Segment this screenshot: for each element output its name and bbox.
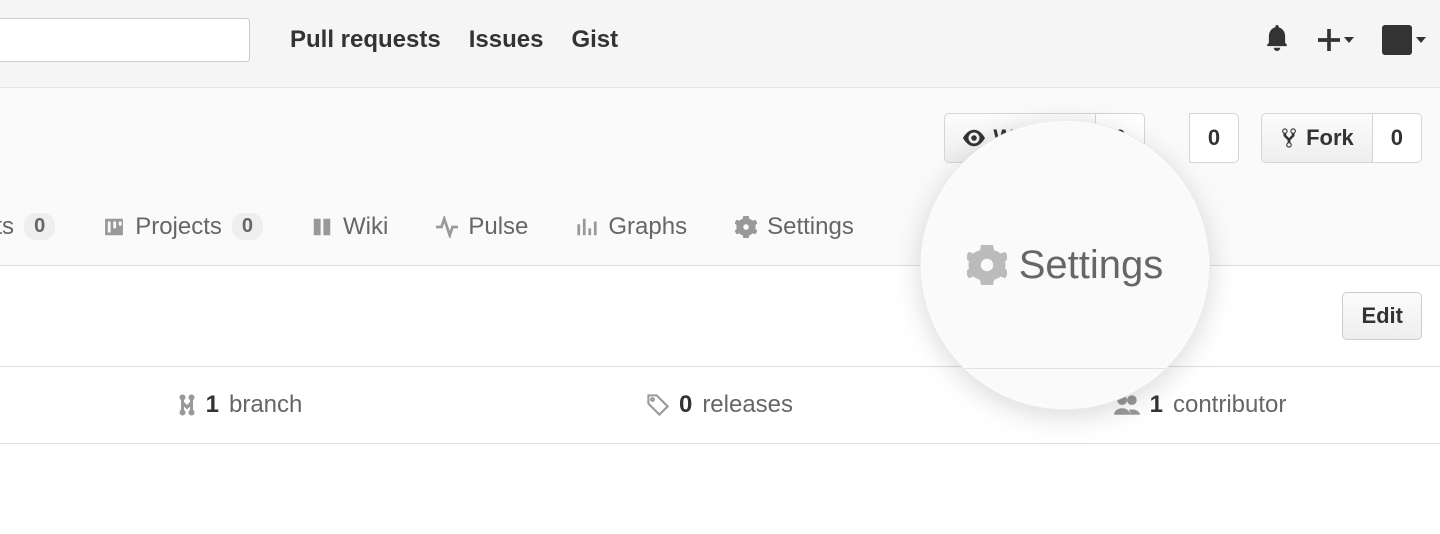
global-nav: Pull requests Issues Gist <box>290 18 618 62</box>
edit-button[interactable]: Edit <box>1342 292 1422 340</box>
user-menu[interactable] <box>1382 25 1426 55</box>
tab-settings[interactable]: Settings <box>735 213 854 241</box>
header-right <box>1264 18 1440 62</box>
magnifier-overlay: Settings <box>920 120 1210 410</box>
search-input[interactable] <box>0 18 250 62</box>
description-row: Edit <box>0 266 1440 366</box>
notifications-icon[interactable] <box>1264 25 1290 56</box>
contributor-label: contributor <box>1173 391 1286 419</box>
repo-actions: Watch 0 0 Fork 0 <box>0 88 1440 188</box>
tab-wiki-label: Wiki <box>343 213 388 241</box>
graph-icon <box>576 216 598 238</box>
avatar <box>1382 25 1412 55</box>
chevron-down-icon <box>1344 37 1354 43</box>
book-icon <box>311 216 333 238</box>
create-new-menu[interactable] <box>1318 29 1354 51</box>
tab-pull-requests-label: equests <box>0 213 14 241</box>
pulse-icon <box>436 216 458 238</box>
magnifier-label: Settings <box>1019 243 1164 288</box>
gear-icon <box>735 216 757 238</box>
tab-pulse-label: Pulse <box>468 213 528 241</box>
summary-releases[interactable]: 0 releases <box>480 391 960 419</box>
fork-count[interactable]: 0 <box>1373 113 1422 163</box>
contributor-count: 1 <box>1150 391 1163 419</box>
fork-button[interactable]: Fork <box>1261 113 1373 163</box>
fork-icon <box>1280 127 1298 149</box>
tab-projects-label: Projects <box>135 213 222 241</box>
release-label: releases <box>702 391 793 419</box>
project-icon <box>103 216 125 238</box>
branch-icon <box>178 393 196 417</box>
branch-label: branch <box>229 391 302 419</box>
tab-settings-label: Settings <box>767 213 854 241</box>
tab-pulse[interactable]: Pulse <box>436 213 528 241</box>
tag-icon <box>647 394 669 416</box>
nav-gist[interactable]: Gist <box>571 26 618 54</box>
tab-pull-requests[interactable]: equests 0 <box>0 213 55 241</box>
summary-branches[interactable]: 1 branch <box>0 391 480 419</box>
nav-issues[interactable]: Issues <box>469 26 544 54</box>
chevron-down-icon <box>1416 37 1426 43</box>
nav-pull-requests[interactable]: Pull requests <box>290 26 441 54</box>
repo-tabs: equests 0 Projects 0 Wiki Pulse Graphs S… <box>0 188 1440 266</box>
star-count[interactable]: 0 <box>1189 113 1239 163</box>
tab-graphs[interactable]: Graphs <box>576 213 687 241</box>
release-count: 0 <box>679 391 692 419</box>
magnifier-settings: Settings <box>967 243 1164 288</box>
tab-graphs-label: Graphs <box>608 213 687 241</box>
fork-label: Fork <box>1306 125 1354 151</box>
plus-icon <box>1318 29 1340 51</box>
tab-projects[interactable]: Projects 0 <box>103 213 263 241</box>
projects-counter: 0 <box>232 213 263 240</box>
global-header: Pull requests Issues Gist <box>0 0 1440 88</box>
branch-count: 1 <box>206 391 219 419</box>
pull-requests-counter: 0 <box>24 213 55 240</box>
gear-icon <box>967 245 1007 285</box>
fork-group: Fork 0 <box>1261 113 1422 163</box>
repo-summary: 1 branch 0 releases 1 contributor <box>0 366 1440 444</box>
tab-wiki[interactable]: Wiki <box>311 213 388 241</box>
